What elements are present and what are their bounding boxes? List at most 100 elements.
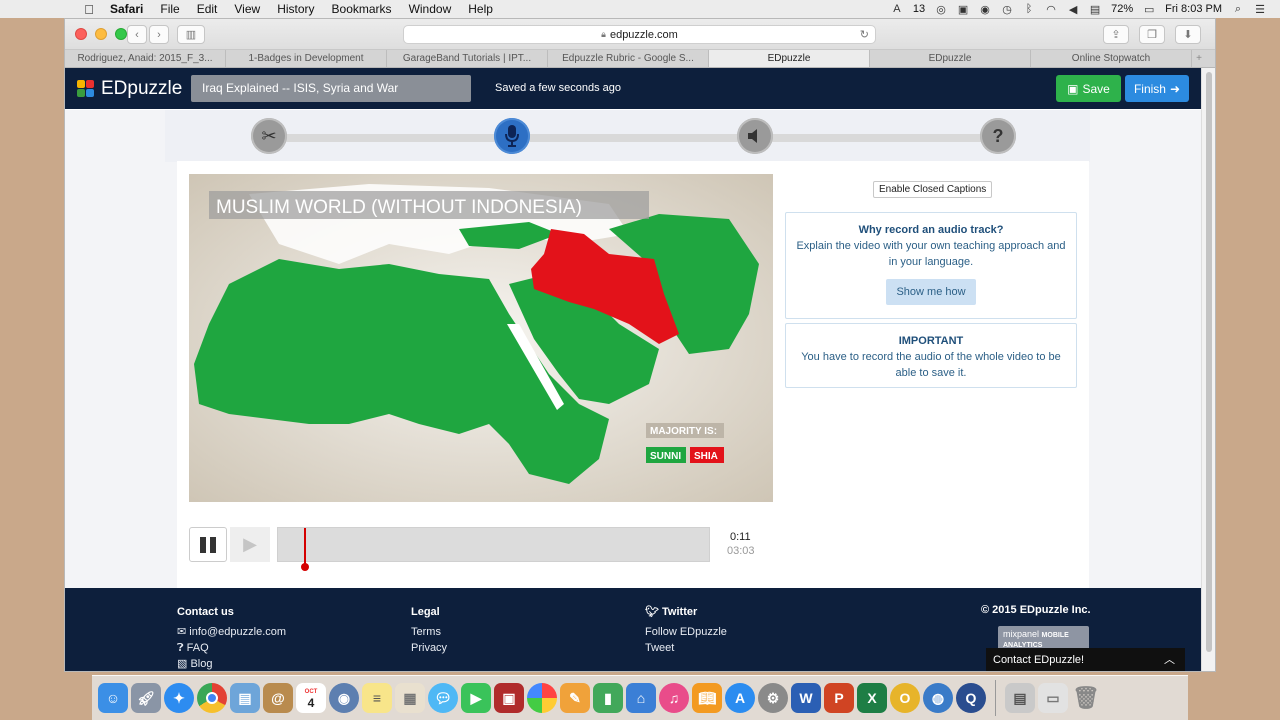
playhead-handle[interactable] (301, 563, 309, 571)
notification-center-icon[interactable]: ☰ (1254, 3, 1266, 16)
apple-menu-icon[interactable]:  (80, 2, 98, 17)
play-button[interactable]: ▶ (230, 527, 270, 562)
page-scrollbar[interactable] (1201, 68, 1215, 671)
menu-history[interactable]: History (277, 2, 314, 16)
network-icon[interactable]: ◍ (923, 683, 953, 713)
share-button[interactable]: ⇪ (1103, 25, 1129, 44)
facetime-icon[interactable]: ▶ (461, 683, 491, 713)
step-quiz-button[interactable]: ? (980, 118, 1016, 154)
tab-stopwatch[interactable]: Online Stopwatch (1031, 50, 1192, 67)
time-machine-icon[interactable]: ◷ (1001, 3, 1013, 16)
download-icon: ⬇ (1183, 29, 1193, 41)
tab-edpuzzle-active[interactable]: EDpuzzle (709, 50, 870, 67)
menu-app-safari[interactable]: Safari (110, 2, 143, 16)
footer-blog-link[interactable]: ▧ Blog (177, 656, 286, 671)
quicktime-player-icon[interactable]: Q (956, 683, 986, 713)
downloads-button[interactable]: ⬇ (1175, 25, 1201, 44)
battery-icon[interactable]: ▭ (1143, 3, 1155, 16)
enable-closed-captions-button[interactable]: Enable Closed Captions (873, 181, 993, 198)
playhead-marker[interactable] (304, 528, 306, 566)
itunes-icon[interactable]: ♫ (659, 683, 689, 713)
show-me-how-button[interactable]: Show me how (886, 279, 976, 305)
quicktime-icon[interactable]: ◉ (329, 683, 359, 713)
step-audio-notes-button[interactable] (737, 118, 773, 154)
menu-edit[interactable]: Edit (197, 2, 218, 16)
close-window-button[interactable] (75, 28, 87, 40)
notes-icon[interactable]: ≡ (362, 683, 392, 713)
tab-garageband[interactable]: GarageBand Tutorials | IPT... (387, 50, 548, 67)
step-voiceover-button[interactable] (494, 118, 530, 154)
minimize-window-button[interactable] (95, 28, 107, 40)
word-icon[interactable]: W (791, 683, 821, 713)
wifi-icon[interactable]: ◠ (1045, 3, 1057, 16)
spotlight-icon[interactable]: ⌕ (1232, 3, 1244, 16)
menu-bookmarks[interactable]: Bookmarks (332, 2, 392, 16)
tab-badges[interactable]: 1-Badges in Development (226, 50, 387, 67)
excel-icon[interactable]: X (857, 683, 887, 713)
downloads-icon[interactable]: ▤ (1005, 683, 1035, 713)
footer-follow-link[interactable]: Follow EDpuzzle (645, 624, 727, 640)
system-preferences-icon[interactable]: ⚙ (758, 683, 788, 713)
important-text: You have to record the audio of the whol… (801, 351, 1061, 379)
pause-button[interactable] (189, 527, 227, 562)
menu-window[interactable]: Window (409, 2, 452, 16)
chevron-up-icon[interactable]: ︿ (1164, 648, 1175, 671)
seek-bar[interactable] (277, 527, 710, 571)
contact-edpuzzle-widget[interactable]: Contact EDpuzzle! ︿ (986, 648, 1185, 671)
photos-viewer-icon[interactable]: ▦ (395, 683, 425, 713)
forward-button[interactable]: › (149, 25, 169, 44)
trash-icon[interactable]: 🗑︎ (1071, 683, 1101, 713)
menu-view[interactable]: View (234, 2, 260, 16)
clock[interactable]: Fri 8:03 PM (1165, 3, 1222, 15)
back-button[interactable]: ‹ (127, 25, 147, 44)
keynote-icon[interactable]: ⌂ (626, 683, 656, 713)
menu-help[interactable]: Help (468, 2, 493, 16)
powerpoint-icon[interactable]: P (824, 683, 854, 713)
creative-cloud-icon[interactable]: ◎ (935, 3, 947, 16)
photo-booth-icon[interactable]: ▣ (494, 683, 524, 713)
finder-icon[interactable]: ☺ (98, 683, 128, 713)
sync-icon[interactable]: ◉ (979, 3, 991, 16)
messages-icon[interactable]: 💬︎ (428, 683, 458, 713)
footer-tweet-link[interactable]: Tweet (645, 640, 727, 656)
adobe-icon[interactable]: A (891, 3, 903, 15)
flag-icon[interactable]: ▤ (1089, 3, 1101, 16)
reload-icon[interactable]: ↻ (860, 28, 869, 41)
finish-button[interactable]: Finish ➜ (1125, 75, 1189, 102)
video-frame[interactable]: MUSLIM WORLD (WITHOUT INDONESIA) MAJORIT… (189, 174, 773, 502)
volume-icon[interactable]: ◀ (1067, 3, 1079, 16)
tab-edpuzzle[interactable]: EDpuzzle (870, 50, 1031, 67)
folder-icon[interactable]: ▭ (1038, 683, 1068, 713)
save-button[interactable]: ▣ Save (1056, 75, 1121, 102)
chrome-icon[interactable] (197, 683, 227, 713)
tab-rodriguez[interactable]: Rodriguez, Anaid: 2015_F_3... (65, 50, 226, 67)
address-bar[interactable]: 🔒︎ edpuzzle.com ↻ (403, 25, 876, 44)
norton-icon[interactable]: ▣ (957, 3, 969, 16)
contacts-icon[interactable]: @ (263, 683, 293, 713)
app-store-icon[interactable]: A (725, 683, 755, 713)
menu-file[interactable]: File (160, 2, 179, 16)
photos-icon[interactable] (527, 683, 557, 713)
edpuzzle-logo[interactable]: EDpuzzle (77, 78, 182, 100)
footer-email-link[interactable]: ✉ info@edpuzzle.com (177, 624, 286, 640)
bluetooth-icon[interactable]: ᛒ (1023, 3, 1035, 15)
ibooks-icon[interactable]: 📖︎ (692, 683, 722, 713)
numbers-icon[interactable]: ▮ (593, 683, 623, 713)
footer-terms-link[interactable]: Terms (411, 624, 447, 640)
pages-icon[interactable]: ✎ (560, 683, 590, 713)
video-title-input[interactable]: Iraq Explained -- ISIS, Syria and War (191, 75, 471, 102)
outlook-icon[interactable]: O (890, 683, 920, 713)
new-tab-button[interactable]: + (1192, 50, 1206, 67)
footer-faq-link[interactable]: ❓︎ FAQ (177, 640, 286, 656)
sidebar-toggle-button[interactable]: ▥ (177, 25, 205, 44)
launchpad-icon[interactable]: 🚀︎ (131, 683, 161, 713)
safari-icon[interactable]: ✦ (164, 683, 194, 713)
zoom-window-button[interactable] (115, 28, 127, 40)
calendar-icon[interactable]: OCT 4 (296, 683, 326, 713)
tabs-overview-button[interactable]: ❐ (1139, 25, 1165, 44)
scrollbar-thumb[interactable] (1206, 72, 1212, 652)
step-cut-button[interactable]: ✂ (251, 118, 287, 154)
footer-privacy-link[interactable]: Privacy (411, 640, 447, 656)
preview-icon[interactable]: ▤ (230, 683, 260, 713)
tab-rubric[interactable]: Edpuzzle Rubric - Google S... (548, 50, 709, 67)
